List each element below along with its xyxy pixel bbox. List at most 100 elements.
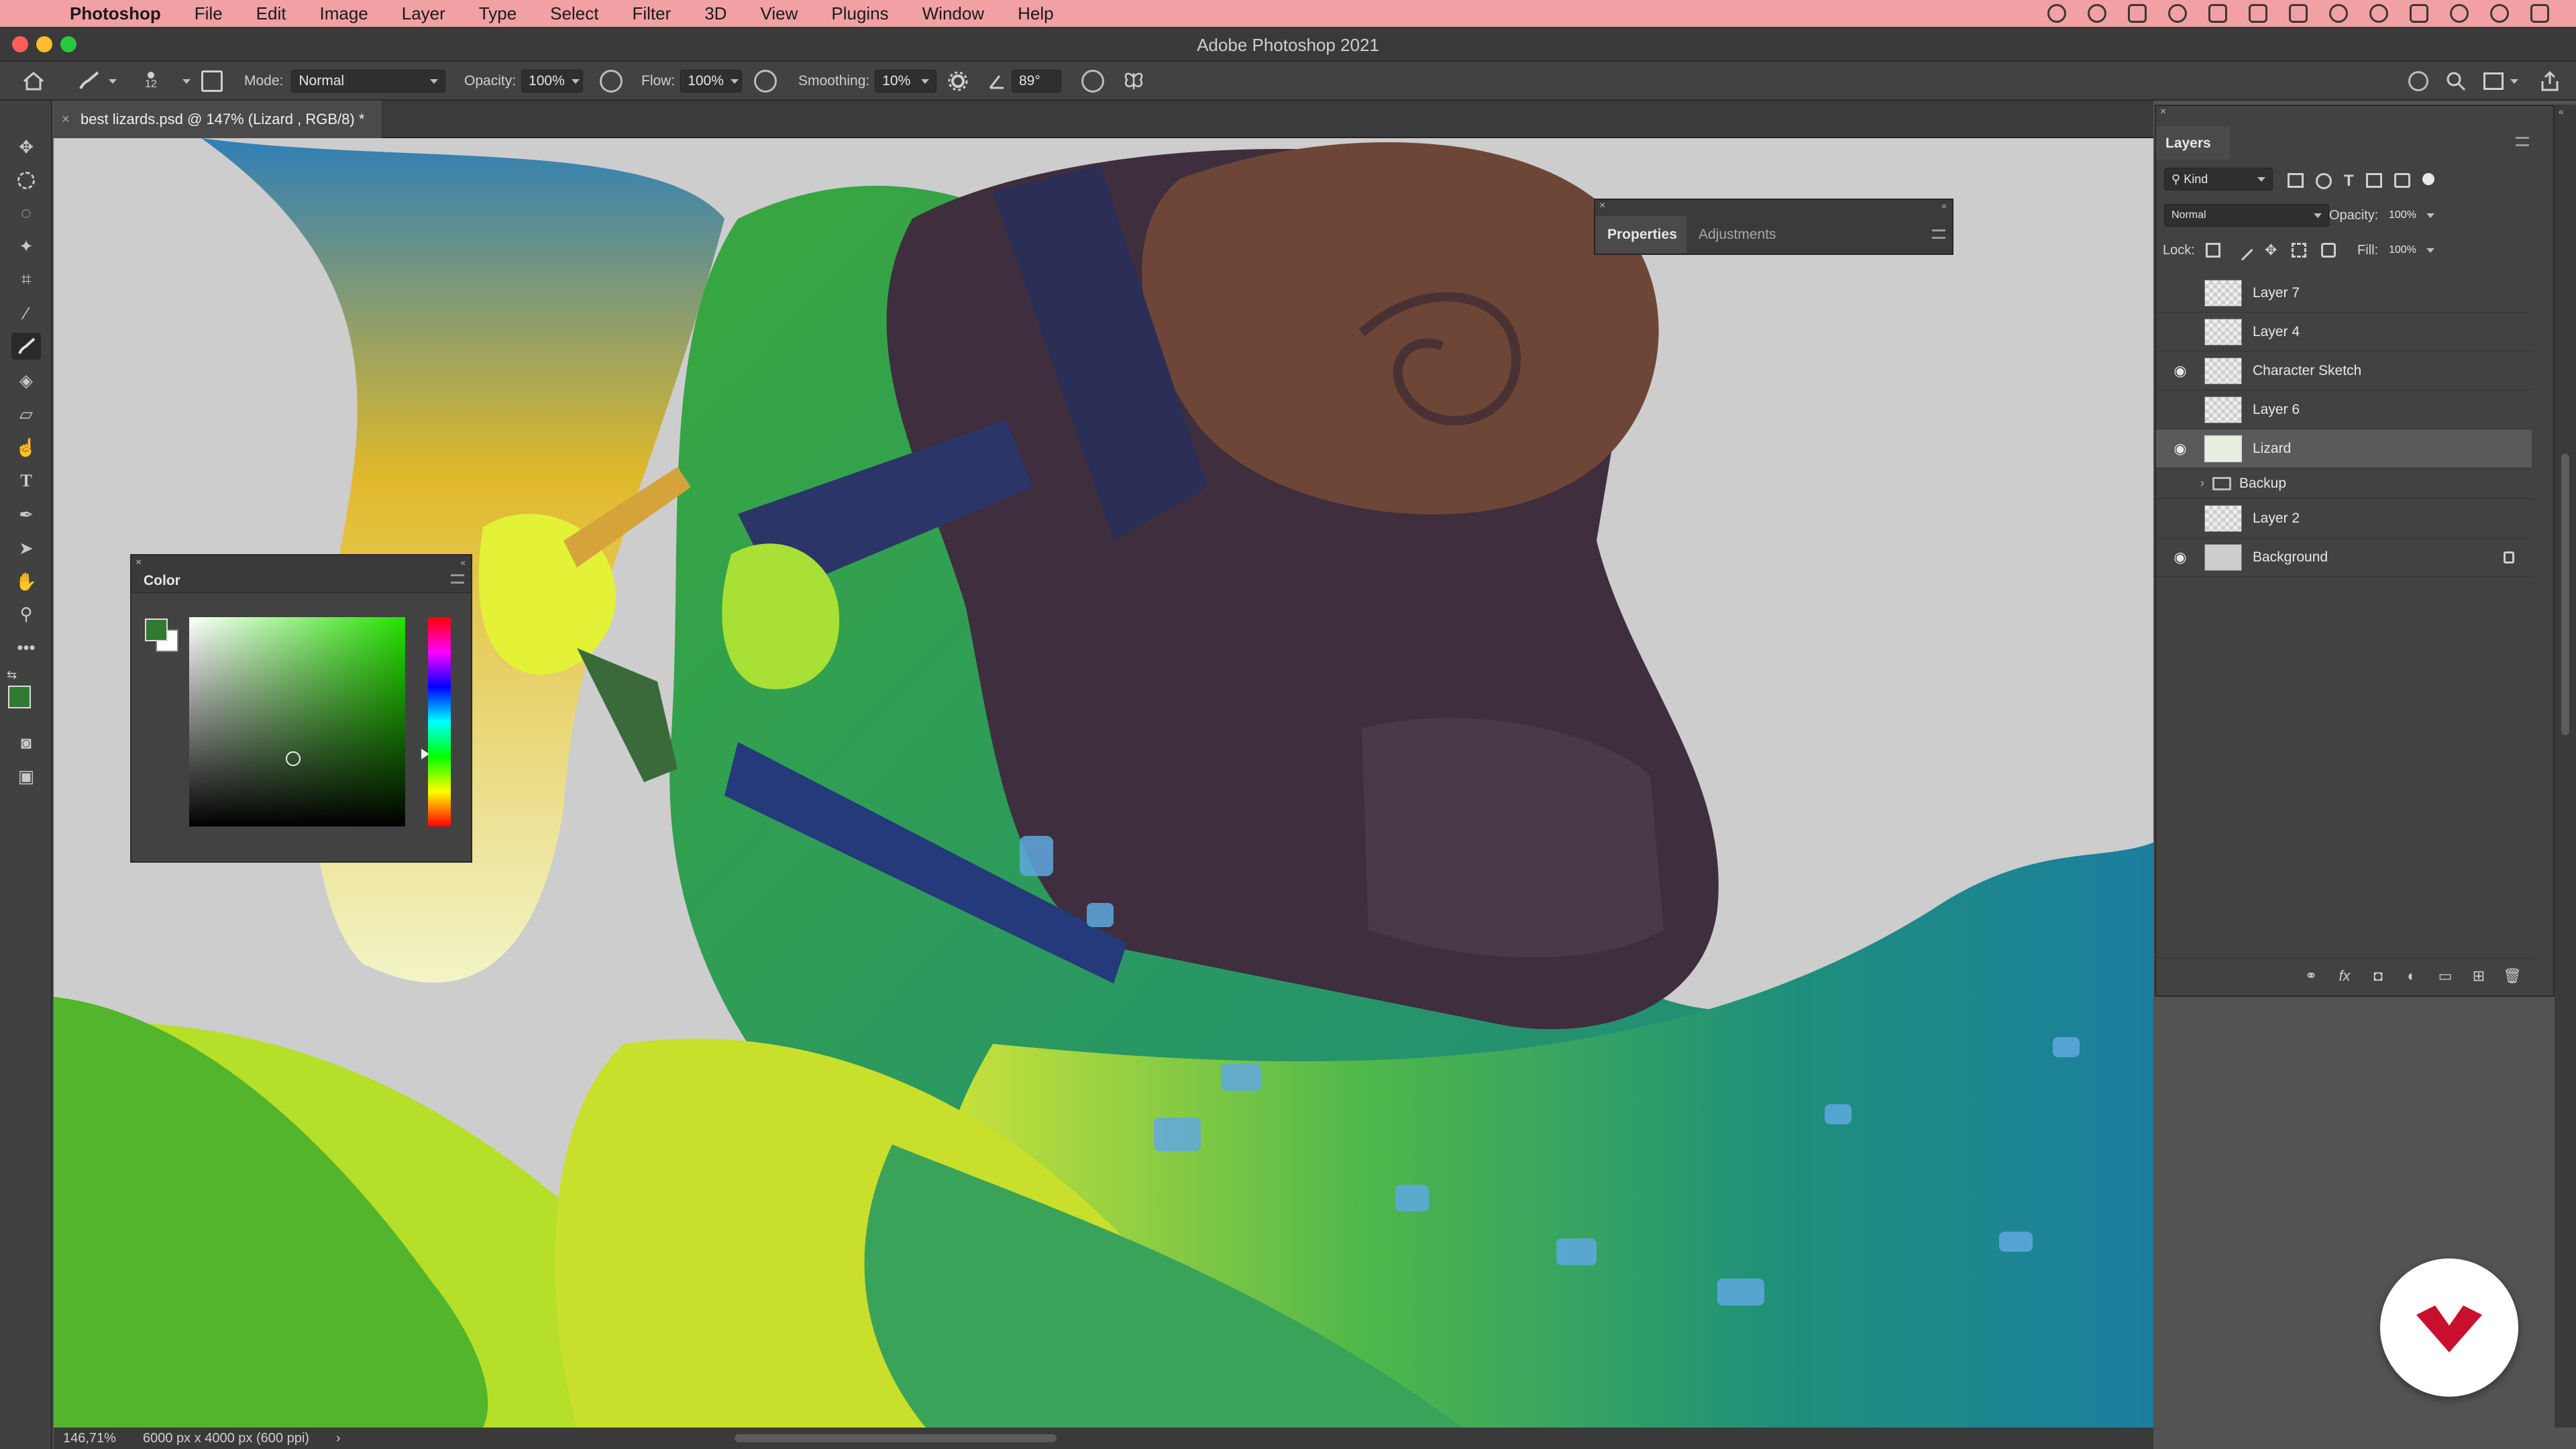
- airplay-icon[interactable]: [2289, 4, 2308, 23]
- filter-adjustment-icon[interactable]: [2316, 173, 2332, 189]
- screen-icon[interactable]: [2128, 4, 2147, 23]
- edit-toolbar-button[interactable]: •••: [15, 636, 38, 659]
- lock-transparency-icon[interactable]: [2206, 243, 2220, 258]
- horizontal-scrollbar[interactable]: [735, 1434, 1057, 1442]
- brush-size[interactable]: 12: [145, 62, 157, 101]
- symmetry-button[interactable]: [1122, 62, 1146, 101]
- control-center-icon[interactable]: [2530, 4, 2549, 23]
- layer-row[interactable]: Layer 7: [2156, 274, 2532, 313]
- folder-icon[interactable]: ▭: [2435, 967, 2455, 986]
- brush-preset-picker[interactable]: [75, 62, 117, 101]
- workspace-switcher[interactable]: [2483, 62, 2518, 101]
- app-status-icon[interactable]: [2208, 4, 2227, 23]
- zoom-level[interactable]: 146,71%: [63, 1431, 116, 1446]
- brush-settings-chevron[interactable]: [176, 62, 191, 101]
- status-menu-arrow[interactable]: ›: [336, 1431, 341, 1446]
- menu-edit[interactable]: Edit: [256, 3, 286, 24]
- menu-file[interactable]: File: [195, 3, 223, 24]
- hand-tool[interactable]: ✋: [15, 570, 38, 593]
- color-tab[interactable]: Color: [144, 573, 180, 589]
- menu-type[interactable]: Type: [479, 3, 517, 24]
- collapse-panel-icon[interactable]: «: [1941, 200, 1947, 211]
- smoothing-field[interactable]: 10%: [875, 70, 937, 93]
- close-panel-icon[interactable]: ×: [1599, 200, 1605, 212]
- bluetooth-icon[interactable]: [2329, 4, 2348, 23]
- chevron-right-icon[interactable]: ›: [2200, 476, 2204, 490]
- move-tool[interactable]: ✥: [15, 136, 38, 158]
- menu-plugins[interactable]: Plugins: [831, 3, 888, 24]
- shield-icon[interactable]: [2249, 4, 2267, 23]
- quick-mask-button[interactable]: ◙: [15, 731, 38, 754]
- filter-type-icon[interactable]: T: [2344, 173, 2354, 189]
- layer-group-row[interactable]: › Backup: [2156, 468, 2532, 499]
- flow-field[interactable]: 100%: [680, 70, 743, 93]
- fx-icon[interactable]: fx: [2334, 967, 2355, 986]
- pressure-size-toggle[interactable]: [1081, 62, 1104, 101]
- filter-shape-icon[interactable]: [2365, 173, 2382, 188]
- crop-tool[interactable]: ⌗: [15, 268, 38, 291]
- lock-position-icon[interactable]: ✥: [2265, 243, 2277, 258]
- airbrush-toggle[interactable]: [754, 62, 777, 101]
- share-user-button[interactable]: [2408, 62, 2428, 101]
- eye-icon[interactable]: ◉: [2167, 440, 2194, 458]
- wifi-icon[interactable]: [2369, 4, 2388, 23]
- collapse-panel-icon[interactable]: «: [460, 557, 466, 568]
- menu-view[interactable]: View: [760, 3, 798, 24]
- layer-filter-dropdown[interactable]: ⚲ Kind: [2164, 168, 2273, 191]
- keyboard-icon[interactable]: [2410, 4, 2428, 23]
- marquee-tool[interactable]: [15, 169, 38, 192]
- spotlight-search-icon[interactable]: [2450, 4, 2469, 23]
- brush-tool[interactable]: [11, 333, 41, 360]
- layer-row-selected[interactable]: ◉ Lizard: [2156, 429, 2532, 468]
- search-button[interactable]: [2446, 62, 2466, 101]
- menu-help[interactable]: Help: [1018, 3, 1053, 24]
- tab-properties[interactable]: Properties: [1595, 216, 1686, 254]
- menu-image[interactable]: Image: [319, 3, 368, 24]
- hue-slider-handle[interactable]: [421, 749, 429, 759]
- panel-foreground-swatch[interactable]: [145, 619, 168, 641]
- document-tab[interactable]: × best lizards.psd @ 147% (Lizard , RGB/…: [54, 101, 382, 138]
- user-avatar-icon[interactable]: [2490, 4, 2509, 23]
- layer-row[interactable]: Layer 4: [2156, 313, 2532, 352]
- eyedropper-tool[interactable]: ⁄: [15, 302, 38, 325]
- lasso-tool[interactable]: ◌: [15, 201, 38, 224]
- hue-slider[interactable]: [421, 617, 451, 826]
- opacity-field[interactable]: 100%: [521, 70, 584, 93]
- filter-toggle-icon[interactable]: [2422, 173, 2434, 185]
- tab-adjustments[interactable]: Adjustments: [1699, 227, 1776, 243]
- layer-row[interactable]: Layer 6: [2156, 390, 2532, 429]
- lock-pixels-icon[interactable]: [2232, 239, 2253, 261]
- zoom-tool[interactable]: ⚲: [15, 602, 38, 625]
- share-button[interactable]: [2540, 62, 2560, 101]
- close-panel-icon[interactable]: ×: [136, 557, 142, 569]
- brush-settings-panel-toggle[interactable]: [201, 62, 223, 101]
- foreground-swatch[interactable]: [8, 686, 31, 708]
- panel-menu-icon[interactable]: [2516, 137, 2529, 146]
- layer-opacity-field[interactable]: 100%: [2381, 204, 2442, 227]
- collapse-dock-icon[interactable]: «: [2559, 106, 2564, 117]
- menu-3d[interactable]: 3D: [704, 3, 727, 24]
- menu-layer[interactable]: Layer: [402, 3, 445, 24]
- panel-menu-icon[interactable]: [1932, 229, 1945, 239]
- pressure-opacity-toggle[interactable]: [600, 62, 623, 101]
- eye-icon[interactable]: ◉: [2167, 549, 2194, 566]
- filter-pixel-icon[interactable]: [2288, 173, 2304, 188]
- angle-field[interactable]: 89°: [1012, 70, 1061, 93]
- menu-filter[interactable]: Filter: [632, 3, 671, 24]
- layer-row[interactable]: Layer 2: [2156, 499, 2532, 538]
- layer-row[interactable]: ◉ Background: [2156, 538, 2532, 577]
- mode-dropdown[interactable]: Normal: [291, 70, 446, 93]
- mask-icon[interactable]: ◘: [2368, 967, 2388, 986]
- eye-icon[interactable]: ◉: [2167, 362, 2194, 380]
- creative-cloud-icon[interactable]: [2047, 4, 2066, 23]
- menu-window[interactable]: Window: [922, 3, 984, 24]
- app-menu[interactable]: Photoshop: [70, 3, 161, 24]
- sync-icon[interactable]: [2088, 4, 2106, 23]
- trash-icon[interactable]: 🗑: [2502, 967, 2522, 986]
- lock-artboard-icon[interactable]: [2292, 243, 2307, 258]
- color-picker-cursor[interactable]: [286, 751, 301, 766]
- paint-bucket-tool[interactable]: ◈: [15, 369, 38, 392]
- layer-row[interactable]: ◉ Character Sketch: [2156, 352, 2532, 390]
- screen-mode-button[interactable]: ▣: [15, 765, 38, 788]
- lock-all-icon[interactable]: [2321, 243, 2337, 258]
